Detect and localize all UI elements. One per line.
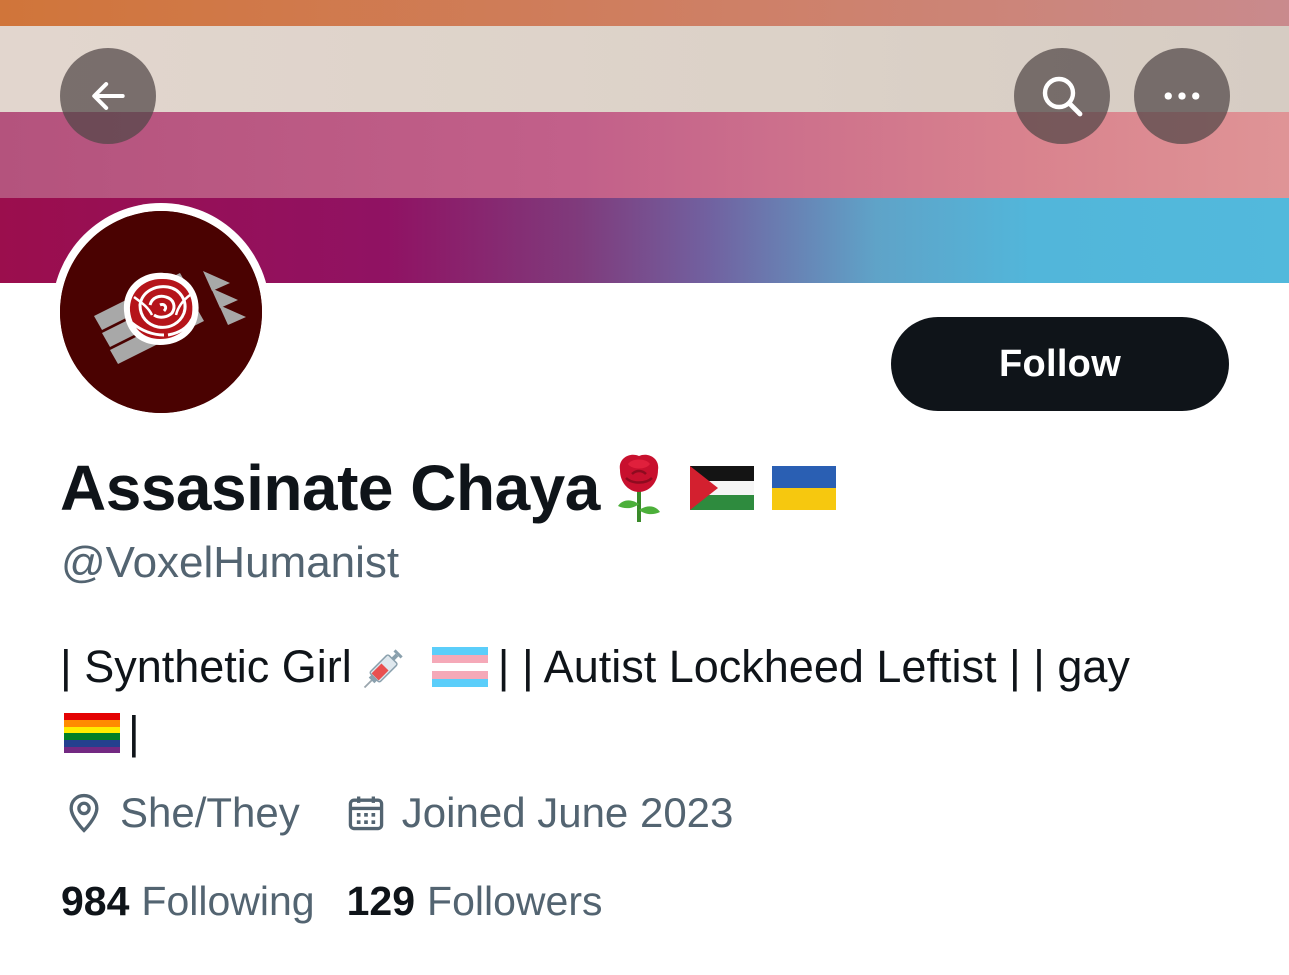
rose-emoji: [617, 454, 660, 522]
location-pin-icon: [62, 791, 106, 835]
syringe-emoji: [363, 649, 403, 689]
handle: @VoxelHumanist: [61, 538, 400, 587]
following-count: 984: [61, 877, 130, 924]
followers-count: 129: [346, 877, 416, 924]
more-horizontal-icon: [1164, 92, 1200, 100]
rainbow-flag-emoji: [64, 713, 120, 753]
more-options-button[interactable]: [1134, 48, 1230, 144]
banner-stripe-orange: [0, 0, 1289, 26]
bio-line-1: | Synthetic Girl | | Autist Lockheed Lef…: [60, 636, 1130, 698]
trans-flag-emoji: [431, 647, 488, 687]
pronouns-text: She/They: [120, 789, 300, 836]
following-link[interactable]: 984 Following: [61, 878, 315, 925]
bio-segment-1: | Synthetic Girl: [60, 641, 352, 692]
display-name-row: Assasinate Chaya: [60, 448, 836, 528]
follow-button[interactable]: Follow: [891, 317, 1229, 411]
following-label: Following: [141, 877, 315, 924]
arrow-left-icon: [92, 82, 125, 110]
bio-line-2: |: [60, 702, 140, 764]
rose-logo-icon: [60, 211, 262, 413]
profile-page: Follow Assasinate Chaya @VoxelHumanist |…: [0, 0, 1289, 975]
pronouns-item: She/They: [62, 789, 300, 837]
palestine-flag-emoji: [689, 466, 754, 510]
avatar[interactable]: [60, 211, 262, 413]
search-button[interactable]: [1014, 48, 1110, 144]
bio-segment-3: |: [128, 707, 140, 758]
bio-segment-2: | | Autist Lockheed Leftist | | gay: [497, 641, 1130, 692]
followers-label: Followers: [427, 877, 603, 924]
joined-item: Joined June 2023: [344, 789, 734, 837]
profile-meta-row: She/They Joined June 2023: [62, 784, 733, 842]
back-button[interactable]: [60, 48, 156, 144]
followers-link[interactable]: 129 Followers: [347, 878, 603, 925]
search-icon: [1042, 76, 1083, 117]
calendar-icon: [344, 791, 388, 835]
joined-text: Joined June 2023: [401, 789, 734, 836]
ukraine-flag-emoji: [771, 466, 836, 510]
display-name: Assasinate Chaya: [60, 452, 600, 524]
follow-stats-row: 984 Following 129 Followers: [61, 872, 602, 930]
